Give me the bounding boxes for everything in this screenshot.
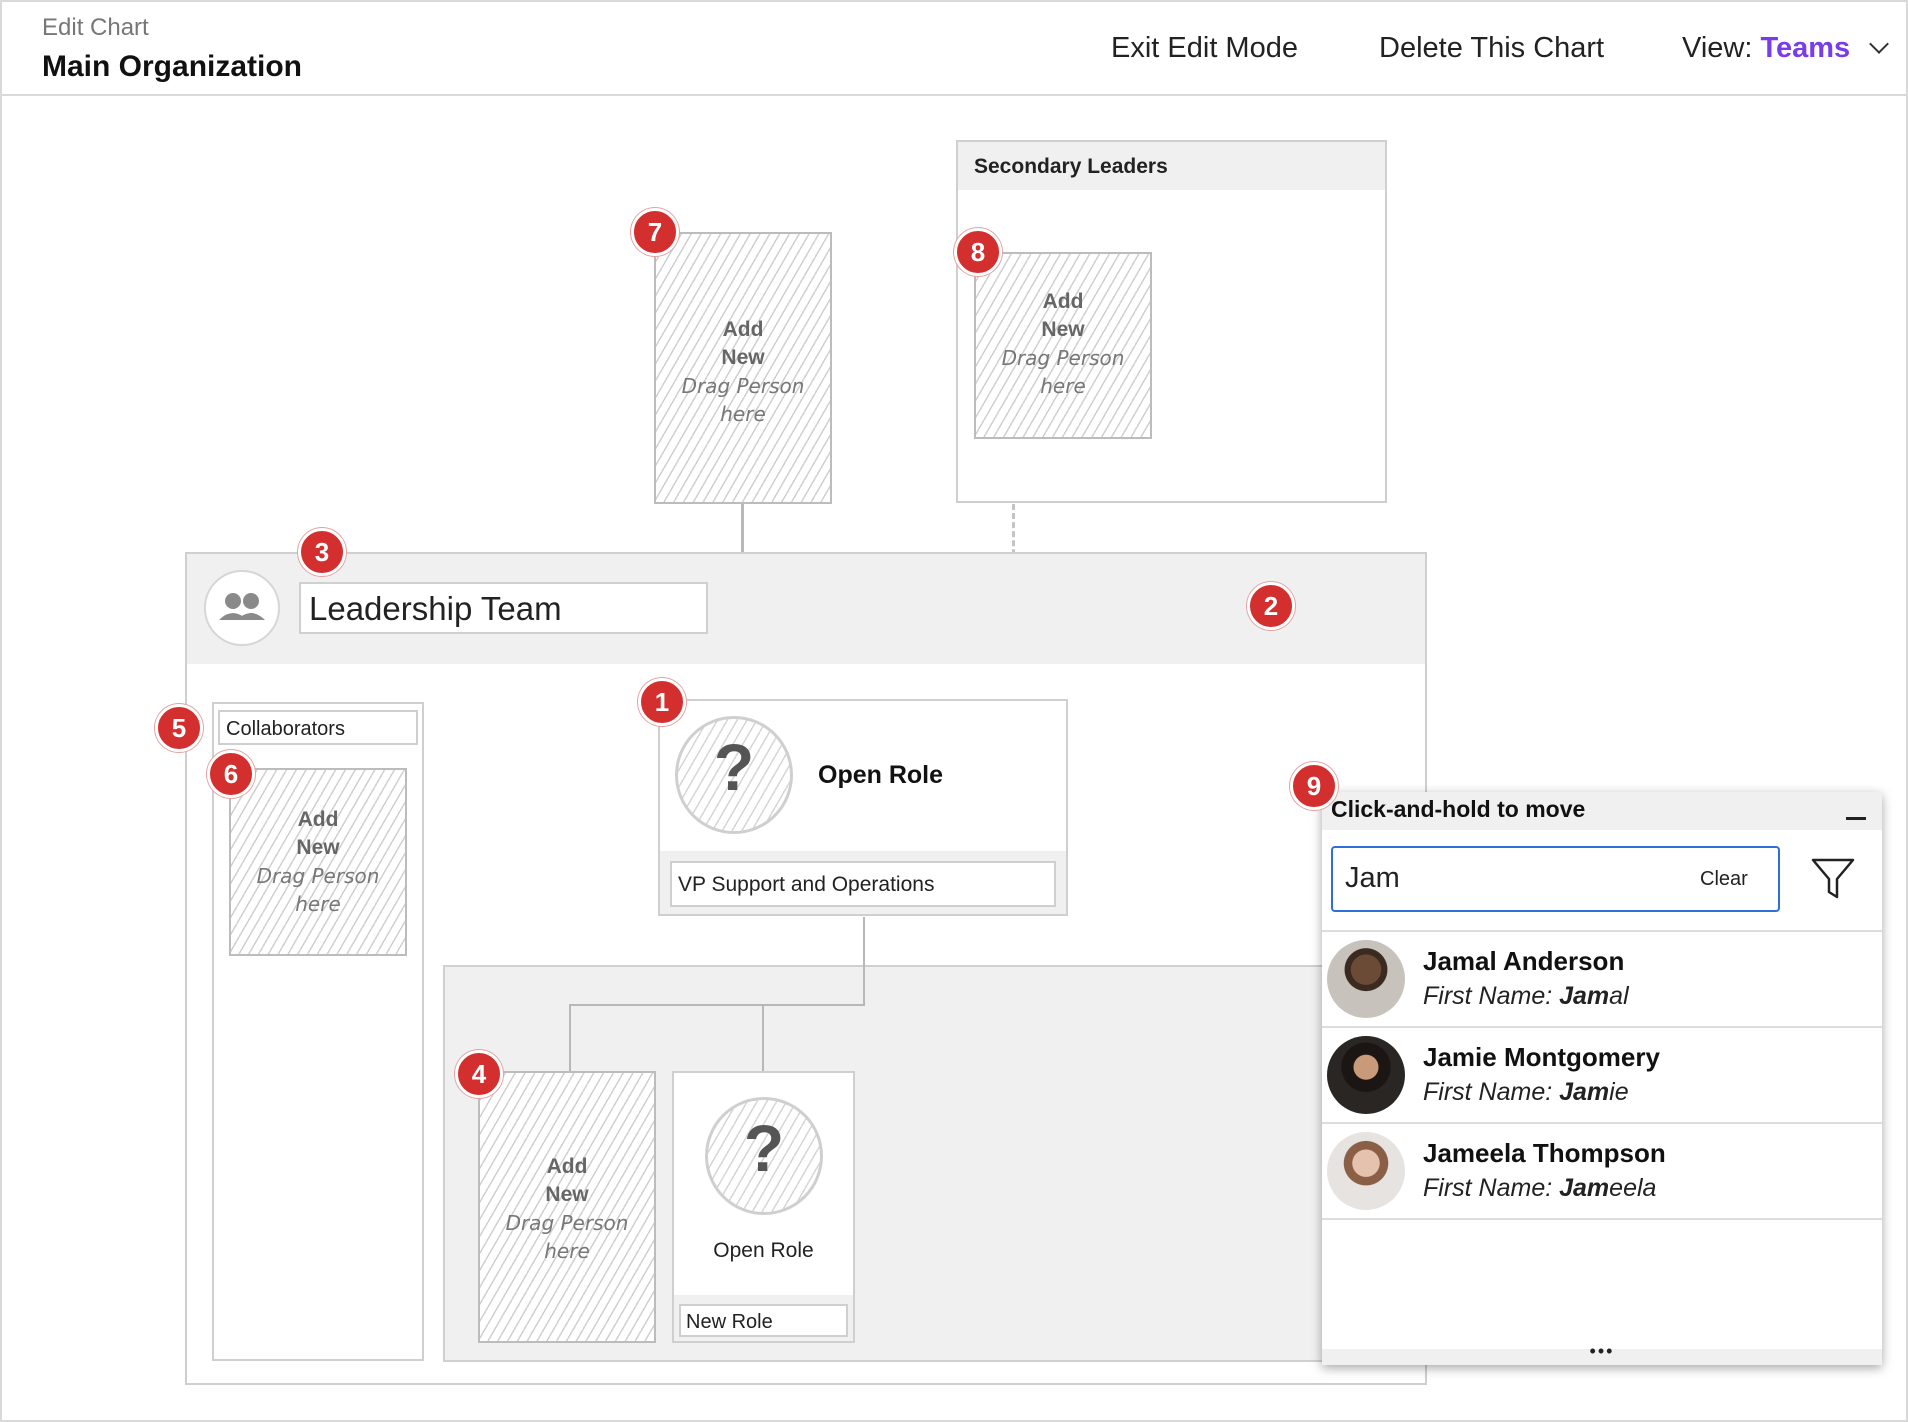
search-result-item[interactable]: Jameela Thompson First Name: Jameela [1322, 1124, 1882, 1218]
exit-edit-mode-button[interactable]: Exit Edit Mode [1111, 32, 1298, 65]
minimize-icon[interactable] [1846, 817, 1866, 820]
drag-text: Drag Person [505, 1211, 629, 1235]
collaborators-label-field[interactable]: Collaborators [218, 710, 418, 745]
sub-open-role-title: Open Role [713, 1239, 814, 1262]
result-name: Jamie Montgomery [1423, 1042, 1660, 1072]
search-result-item[interactable]: Jamal Anderson First Name: Jamal [1322, 932, 1882, 1026]
page-title: Main Organization [42, 50, 303, 83]
connector-line [863, 917, 865, 1005]
drag-text: Drag Person [256, 864, 380, 888]
result-match: First Name: Jamie [1423, 1078, 1629, 1106]
add-text: Add [1042, 290, 1084, 313]
callout-badge-4: 4 [455, 1050, 503, 1098]
role-title-text: VP Support and Operations [678, 873, 935, 896]
filter-icon[interactable] [1808, 852, 1858, 902]
callout-badge-6: 6 [207, 750, 255, 798]
secondary-leaders-title: Secondary Leaders [974, 155, 1168, 178]
here-text: here [1040, 374, 1086, 398]
open-role-title: Open Role [818, 761, 944, 789]
team-name-input[interactable]: Leadership Team [299, 582, 708, 634]
callout-badge-3: 3 [298, 528, 346, 576]
unknown-person-icon: ? [675, 716, 793, 834]
avatar [1327, 940, 1405, 1018]
header-bar: Edit Chart Main Organization Exit Edit M… [2, 2, 1906, 96]
result-name: Jameela Thompson [1423, 1138, 1666, 1168]
result-match: First Name: Jamal [1423, 982, 1629, 1010]
panel-footer: ••• [1322, 1341, 1882, 1365]
drag-text: Drag Person [1001, 346, 1125, 370]
sub-role-title-text: New Role [686, 1311, 773, 1333]
search-query: Jam [1345, 862, 1400, 894]
search-input[interactable]: Jam Clear [1331, 846, 1780, 912]
secondary-leaders-header: Secondary Leaders [958, 142, 1385, 190]
drag-text: Drag Person [681, 374, 805, 398]
unknown-person-icon: ? [705, 1097, 823, 1215]
avatar [1327, 1036, 1405, 1114]
delete-chart-button[interactable]: Delete This Chart [1379, 32, 1604, 65]
callout-badge-2: 2 [1247, 582, 1295, 630]
sub-role-title-input[interactable]: New Role [679, 1304, 848, 1337]
connector-line [569, 1004, 865, 1006]
here-text: here [295, 892, 341, 916]
add-new-collaborator-dropzone[interactable]: Add New Drag Person here [229, 768, 407, 956]
team-name-text: Leadership Team [309, 590, 562, 627]
add-text: Add [722, 318, 764, 341]
divider [1322, 1218, 1882, 1220]
search-result-item[interactable]: Jamie Montgomery First Name: Jamie [1322, 1028, 1882, 1122]
callout-badge-5: 5 [155, 704, 203, 752]
here-text: here [720, 402, 766, 426]
people-search-panel[interactable]: Click-and-hold to move Jam Clear Jamal A… [1322, 792, 1882, 1365]
add-new-secondary-leader-dropzone[interactable]: Add New Drag Person here [974, 252, 1152, 439]
result-name: Jamal Anderson [1423, 946, 1625, 976]
clear-button[interactable]: Clear [1700, 868, 1748, 891]
new-text: New [296, 836, 340, 859]
add-new-report-dropzone[interactable]: Add New Drag Person here [478, 1071, 656, 1343]
result-match: First Name: Jameela [1423, 1174, 1657, 1202]
team-icon [204, 570, 280, 646]
panel-drag-handle[interactable]: Click-and-hold to move [1322, 792, 1882, 830]
avatar [1327, 1132, 1405, 1210]
new-text: New [1041, 318, 1085, 341]
callout-badge-9: 9 [1290, 762, 1338, 810]
add-text: Add [546, 1155, 588, 1178]
panel-title: Click-and-hold to move [1331, 796, 1586, 822]
more-options-icon[interactable]: ••• [1322, 1341, 1882, 1362]
callout-badge-8: 8 [954, 228, 1002, 276]
view-label: View: [1682, 32, 1753, 64]
view-value: Teams [1760, 32, 1851, 64]
role-title-input[interactable]: VP Support and Operations [670, 861, 1056, 907]
connector-line [762, 1004, 764, 1071]
sub-open-role-card[interactable]: ? Open Role New Role [672, 1071, 855, 1343]
connector-line [569, 1004, 571, 1071]
chevron-down-icon [1869, 34, 1890, 54]
add-new-leader-dropzone[interactable]: Add New Drag Person here [654, 232, 832, 504]
new-text: New [721, 346, 765, 369]
breadcrumb: Edit Chart [42, 14, 149, 41]
collaborators-label: Collaborators [226, 718, 345, 740]
open-role-card[interactable]: ? Open Role VP Support and Operations [658, 699, 1068, 916]
add-text: Add [297, 808, 339, 831]
callout-badge-1: 1 [638, 678, 686, 726]
here-text: here [544, 1239, 590, 1263]
view-selector[interactable]: View: Teams [1682, 32, 1890, 65]
new-text: New [545, 1183, 589, 1206]
callout-badge-7: 7 [631, 208, 679, 256]
